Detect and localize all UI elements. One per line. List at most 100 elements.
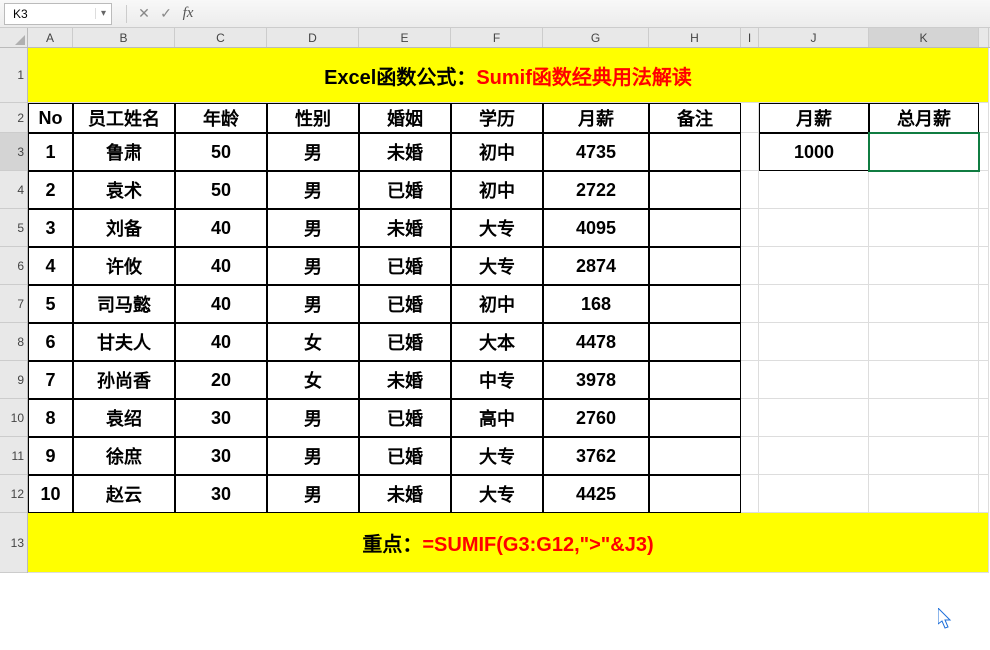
col-header-J[interactable]: J	[759, 28, 869, 47]
col-header-C[interactable]: C	[175, 28, 267, 47]
cell-edu-1[interactable]: 初中	[451, 133, 543, 171]
cell-edu-6[interactable]: 大本	[451, 323, 543, 361]
cell-sal-5[interactable]: 168	[543, 285, 649, 323]
cell-sex-2[interactable]: 男	[267, 171, 359, 209]
cell-sal-1[interactable]: 4735	[543, 133, 649, 171]
cell-no-3[interactable]: 3	[28, 209, 73, 247]
row-header-12[interactable]: 12	[0, 475, 27, 513]
cell-sal-3[interactable]: 4095	[543, 209, 649, 247]
cell-note-8[interactable]	[649, 399, 741, 437]
cell-age-6[interactable]: 40	[175, 323, 267, 361]
cell-sex-8[interactable]: 男	[267, 399, 359, 437]
cell-age-5[interactable]: 40	[175, 285, 267, 323]
header-mar[interactable]: 婚姻	[359, 103, 451, 133]
cell-sex-3[interactable]: 男	[267, 209, 359, 247]
cell-sex-6[interactable]: 女	[267, 323, 359, 361]
cell-note-6[interactable]	[649, 323, 741, 361]
cell-age-7[interactable]: 20	[175, 361, 267, 399]
confirm-icon[interactable]: ✓	[155, 3, 177, 25]
cell-note-4[interactable]	[649, 247, 741, 285]
cell-edu-5[interactable]: 初中	[451, 285, 543, 323]
cell-name-4[interactable]: 许攸	[73, 247, 175, 285]
cell-mar-5[interactable]: 已婚	[359, 285, 451, 323]
name-box-dropdown[interactable]: ▾	[95, 8, 111, 19]
header-no[interactable]: No	[28, 103, 73, 133]
row-header-9[interactable]: 9	[0, 361, 27, 399]
cell-no-2[interactable]: 2	[28, 171, 73, 209]
cell-note-7[interactable]	[649, 361, 741, 399]
row-header-11[interactable]: 11	[0, 437, 27, 475]
cell-name-2[interactable]: 袁术	[73, 171, 175, 209]
cell-sex-10[interactable]: 男	[267, 475, 359, 513]
side-total-value[interactable]	[869, 133, 979, 171]
cell-age-10[interactable]: 30	[175, 475, 267, 513]
cell-sal-2[interactable]: 2722	[543, 171, 649, 209]
select-all-corner[interactable]	[0, 28, 28, 48]
row-header-8[interactable]: 8	[0, 323, 27, 361]
col-header-G[interactable]: G	[543, 28, 649, 47]
cell-note-5[interactable]	[649, 285, 741, 323]
cell-name-7[interactable]: 孙尚香	[73, 361, 175, 399]
header-age[interactable]: 年龄	[175, 103, 267, 133]
row-header-6[interactable]: 6	[0, 247, 27, 285]
fx-icon[interactable]: fx	[177, 3, 199, 25]
footer-cell[interactable]: 重点：=SUMIF(G3:G12,">"&J3)	[28, 513, 989, 573]
cell-no-6[interactable]: 6	[28, 323, 73, 361]
cell-edu-10[interactable]: 大专	[451, 475, 543, 513]
cell-age-1[interactable]: 50	[175, 133, 267, 171]
cell-no-4[interactable]: 4	[28, 247, 73, 285]
cell-edu-3[interactable]: 大专	[451, 209, 543, 247]
cell-mar-2[interactable]: 已婚	[359, 171, 451, 209]
cell-sal-10[interactable]: 4425	[543, 475, 649, 513]
cell-no-10[interactable]: 10	[28, 475, 73, 513]
cell-mar-4[interactable]: 已婚	[359, 247, 451, 285]
cell-sex-5[interactable]: 男	[267, 285, 359, 323]
cell-no-8[interactable]: 8	[28, 399, 73, 437]
cell-age-9[interactable]: 30	[175, 437, 267, 475]
row-header-2[interactable]: 2	[0, 103, 27, 133]
cell-age-2[interactable]: 50	[175, 171, 267, 209]
cell-no-1[interactable]: 1	[28, 133, 73, 171]
cell-sex-4[interactable]: 男	[267, 247, 359, 285]
row-header-3[interactable]: 3	[0, 133, 27, 171]
side-salary-value[interactable]: 1000	[759, 133, 869, 171]
cell-mar-1[interactable]: 未婚	[359, 133, 451, 171]
cell-no-5[interactable]: 5	[28, 285, 73, 323]
row-header-4[interactable]: 4	[0, 171, 27, 209]
col-header-E[interactable]: E	[359, 28, 451, 47]
title-cell[interactable]: Excel函数公式：Sumif函数经典用法解读	[28, 48, 989, 103]
header-name[interactable]: 员工姓名	[73, 103, 175, 133]
side-header-total[interactable]: 总月薪	[869, 103, 979, 133]
cell-note-3[interactable]	[649, 209, 741, 247]
cell-name-10[interactable]: 赵云	[73, 475, 175, 513]
cell-note-10[interactable]	[649, 475, 741, 513]
cell-sex-9[interactable]: 男	[267, 437, 359, 475]
cell-mar-9[interactable]: 已婚	[359, 437, 451, 475]
cell-note-1[interactable]	[649, 133, 741, 171]
row-header-10[interactable]: 10	[0, 399, 27, 437]
col-header-D[interactable]: D	[267, 28, 359, 47]
cell-sex-7[interactable]: 女	[267, 361, 359, 399]
col-header-H[interactable]: H	[649, 28, 741, 47]
cell-sal-4[interactable]: 2874	[543, 247, 649, 285]
cell-edu-7[interactable]: 中专	[451, 361, 543, 399]
cell-mar-8[interactable]: 已婚	[359, 399, 451, 437]
cell-edu-4[interactable]: 大专	[451, 247, 543, 285]
cell-sex-1[interactable]: 男	[267, 133, 359, 171]
cell-mar-7[interactable]: 未婚	[359, 361, 451, 399]
cancel-icon[interactable]: ✕	[133, 3, 155, 25]
header-sex[interactable]: 性别	[267, 103, 359, 133]
cell-note-2[interactable]	[649, 171, 741, 209]
cell-sal-9[interactable]: 3762	[543, 437, 649, 475]
col-header-F[interactable]: F	[451, 28, 543, 47]
row-header-1[interactable]: 1	[0, 48, 27, 103]
cell-name-3[interactable]: 刘备	[73, 209, 175, 247]
col-header-I[interactable]: I	[741, 28, 759, 47]
cell-edu-2[interactable]: 初中	[451, 171, 543, 209]
cell-mar-3[interactable]: 未婚	[359, 209, 451, 247]
side-header-salary[interactable]: 月薪	[759, 103, 869, 133]
cell-mar-6[interactable]: 已婚	[359, 323, 451, 361]
cell-age-4[interactable]: 40	[175, 247, 267, 285]
header-note[interactable]: 备注	[649, 103, 741, 133]
cell-sal-8[interactable]: 2760	[543, 399, 649, 437]
